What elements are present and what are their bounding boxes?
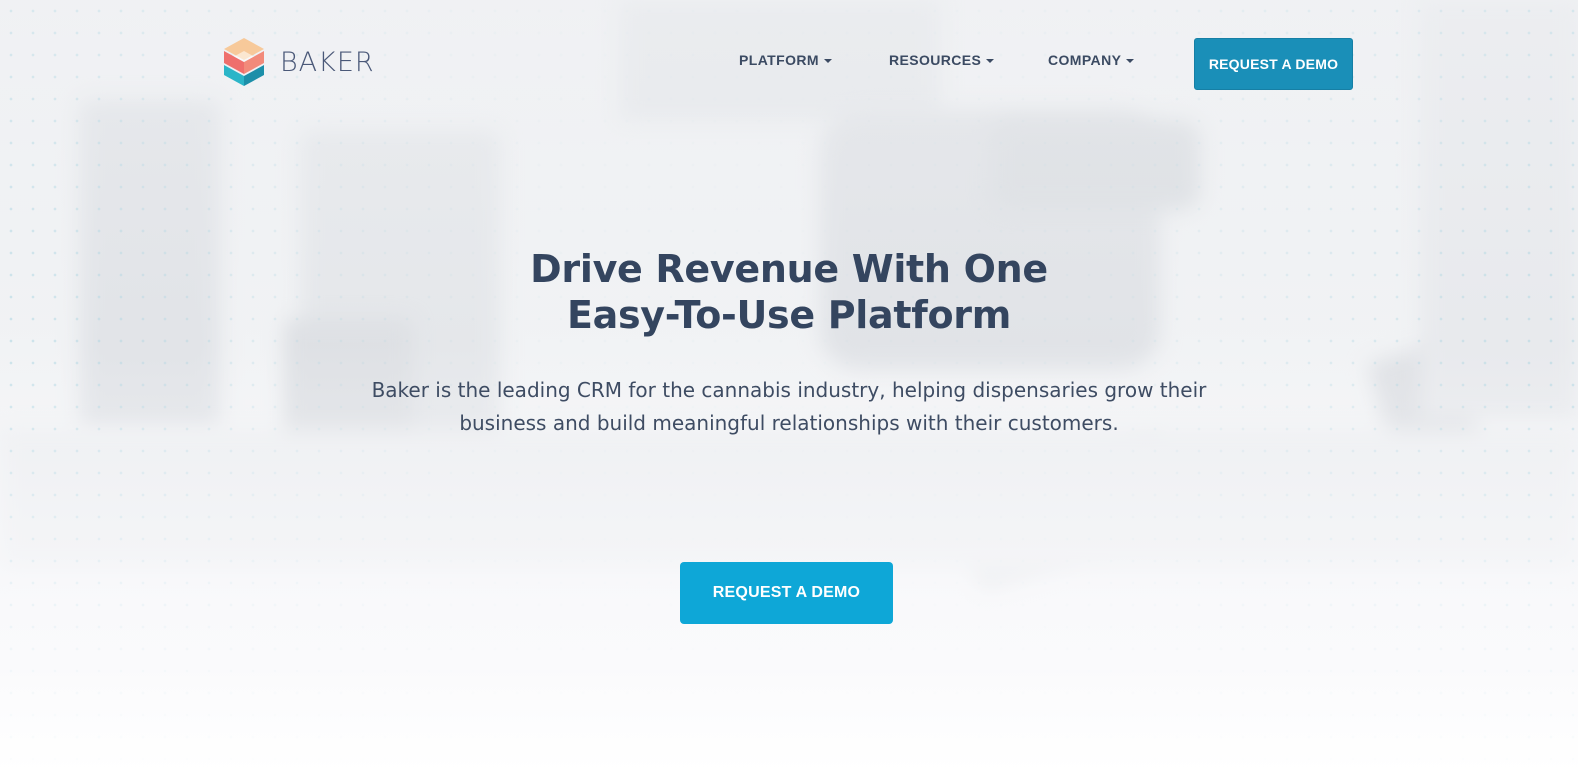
hero-subtitle-line-1: Baker is the leading CRM for the cannabi… <box>371 378 1207 402</box>
nav-resources[interactable]: RESOURCES <box>889 52 995 68</box>
baker-hexagon-logo-icon <box>222 38 266 86</box>
hero-request-demo-button[interactable]: REQUEST A DEMO <box>680 562 893 624</box>
header-request-demo-button[interactable]: REQUEST A DEMO <box>1194 38 1353 90</box>
caret-down-icon <box>1126 58 1135 63</box>
brand-name: BAKER <box>280 46 375 78</box>
hero-subtitle: Baker is the leading CRM for the cannabi… <box>339 374 1239 440</box>
caret-down-icon <box>823 58 832 63</box>
nav-company-label: COMPANY <box>1048 52 1122 68</box>
hero-subtitle-line-2: business and build meaningful relationsh… <box>459 411 1119 435</box>
brand-logo[interactable]: BAKER <box>222 38 375 86</box>
nav-company[interactable]: COMPANY <box>1048 52 1135 68</box>
hero-title-line-1: Drive Revenue With One <box>530 247 1048 291</box>
hero-title-line-2: Easy-To-Use Platform <box>566 293 1012 337</box>
caret-down-icon <box>986 58 995 63</box>
nav-platform[interactable]: PLATFORM <box>739 52 832 68</box>
site-header: BAKER PLATFORM RESOURCES COMPANY REQUEST… <box>0 0 1578 130</box>
landing-page: BAKER PLATFORM RESOURCES COMPANY REQUEST… <box>0 0 1578 769</box>
hero-section: Drive Revenue With One Easy-To-Use Platf… <box>0 246 1578 440</box>
nav-platform-label: PLATFORM <box>739 52 819 68</box>
hero-title: Drive Revenue With One Easy-To-Use Platf… <box>439 246 1139 338</box>
nav-resources-label: RESOURCES <box>889 52 982 68</box>
